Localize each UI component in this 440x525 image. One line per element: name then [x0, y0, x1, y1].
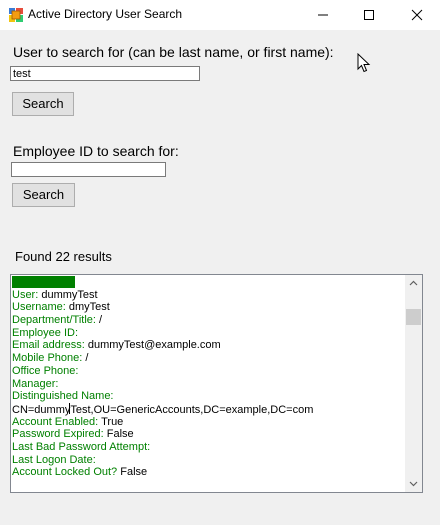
result-field: Last Logon Date: [12, 453, 96, 466]
result-field: Password Expired: False [12, 428, 134, 441]
chevron-down-icon [409, 481, 418, 487]
employee-id-input[interactable] [11, 162, 166, 177]
result-field: Last Bad Password Attempt: [12, 440, 151, 453]
name-search-input[interactable]: test [10, 66, 200, 81]
result-field: Mobile Phone: / [12, 352, 89, 365]
window-title: Active Directory User Search [28, 7, 183, 21]
app-icon [9, 8, 23, 22]
name-search-label: User to search for (can be last name, or… [13, 44, 334, 60]
distinguished-name-value: CN=dummyTest,OU=GenericAccounts,DC=examp… [12, 402, 314, 416]
result-field: Username: dmyTest [12, 301, 110, 314]
result-field: Employee ID: [12, 326, 79, 339]
minimize-button[interactable] [300, 0, 346, 30]
close-icon [411, 9, 423, 21]
close-button[interactable] [394, 0, 440, 30]
maximize-button[interactable] [346, 0, 392, 30]
result-field: Office Phone: [12, 364, 79, 377]
found-user-header: Found user: [12, 276, 75, 288]
results-content: Found user: User: dummyTest Username: dm… [12, 276, 402, 479]
mouse-pointer-icon [357, 53, 371, 73]
results-summary: Found 22 results [15, 249, 112, 264]
result-field: Distinguished Name: [12, 390, 114, 403]
scroll-up-button[interactable] [405, 275, 422, 292]
name-search-button[interactable]: Search [12, 92, 74, 116]
result-field: Email address: dummyTest@example.com [12, 339, 221, 352]
vertical-scrollbar[interactable] [405, 275, 422, 492]
maximize-icon [364, 10, 374, 20]
scroll-down-button[interactable] [405, 475, 422, 492]
result-field: Account Locked Out? False [12, 466, 148, 479]
chevron-up-icon [409, 280, 418, 286]
employee-id-search-button[interactable]: Search [12, 183, 75, 207]
result-field: Account Enabled: True [12, 415, 124, 428]
result-field: Manager: [12, 377, 59, 390]
scroll-thumb[interactable] [406, 309, 421, 325]
result-field: User: dummyTest [12, 288, 98, 301]
minimize-icon [318, 14, 328, 16]
result-field: Department/Title: / [12, 314, 103, 327]
employee-id-label: Employee ID to search for: [13, 143, 179, 159]
results-textbox[interactable]: Found user: User: dummyTest Username: dm… [10, 274, 423, 493]
title-bar[interactable]: Active Directory User Search [0, 0, 440, 30]
